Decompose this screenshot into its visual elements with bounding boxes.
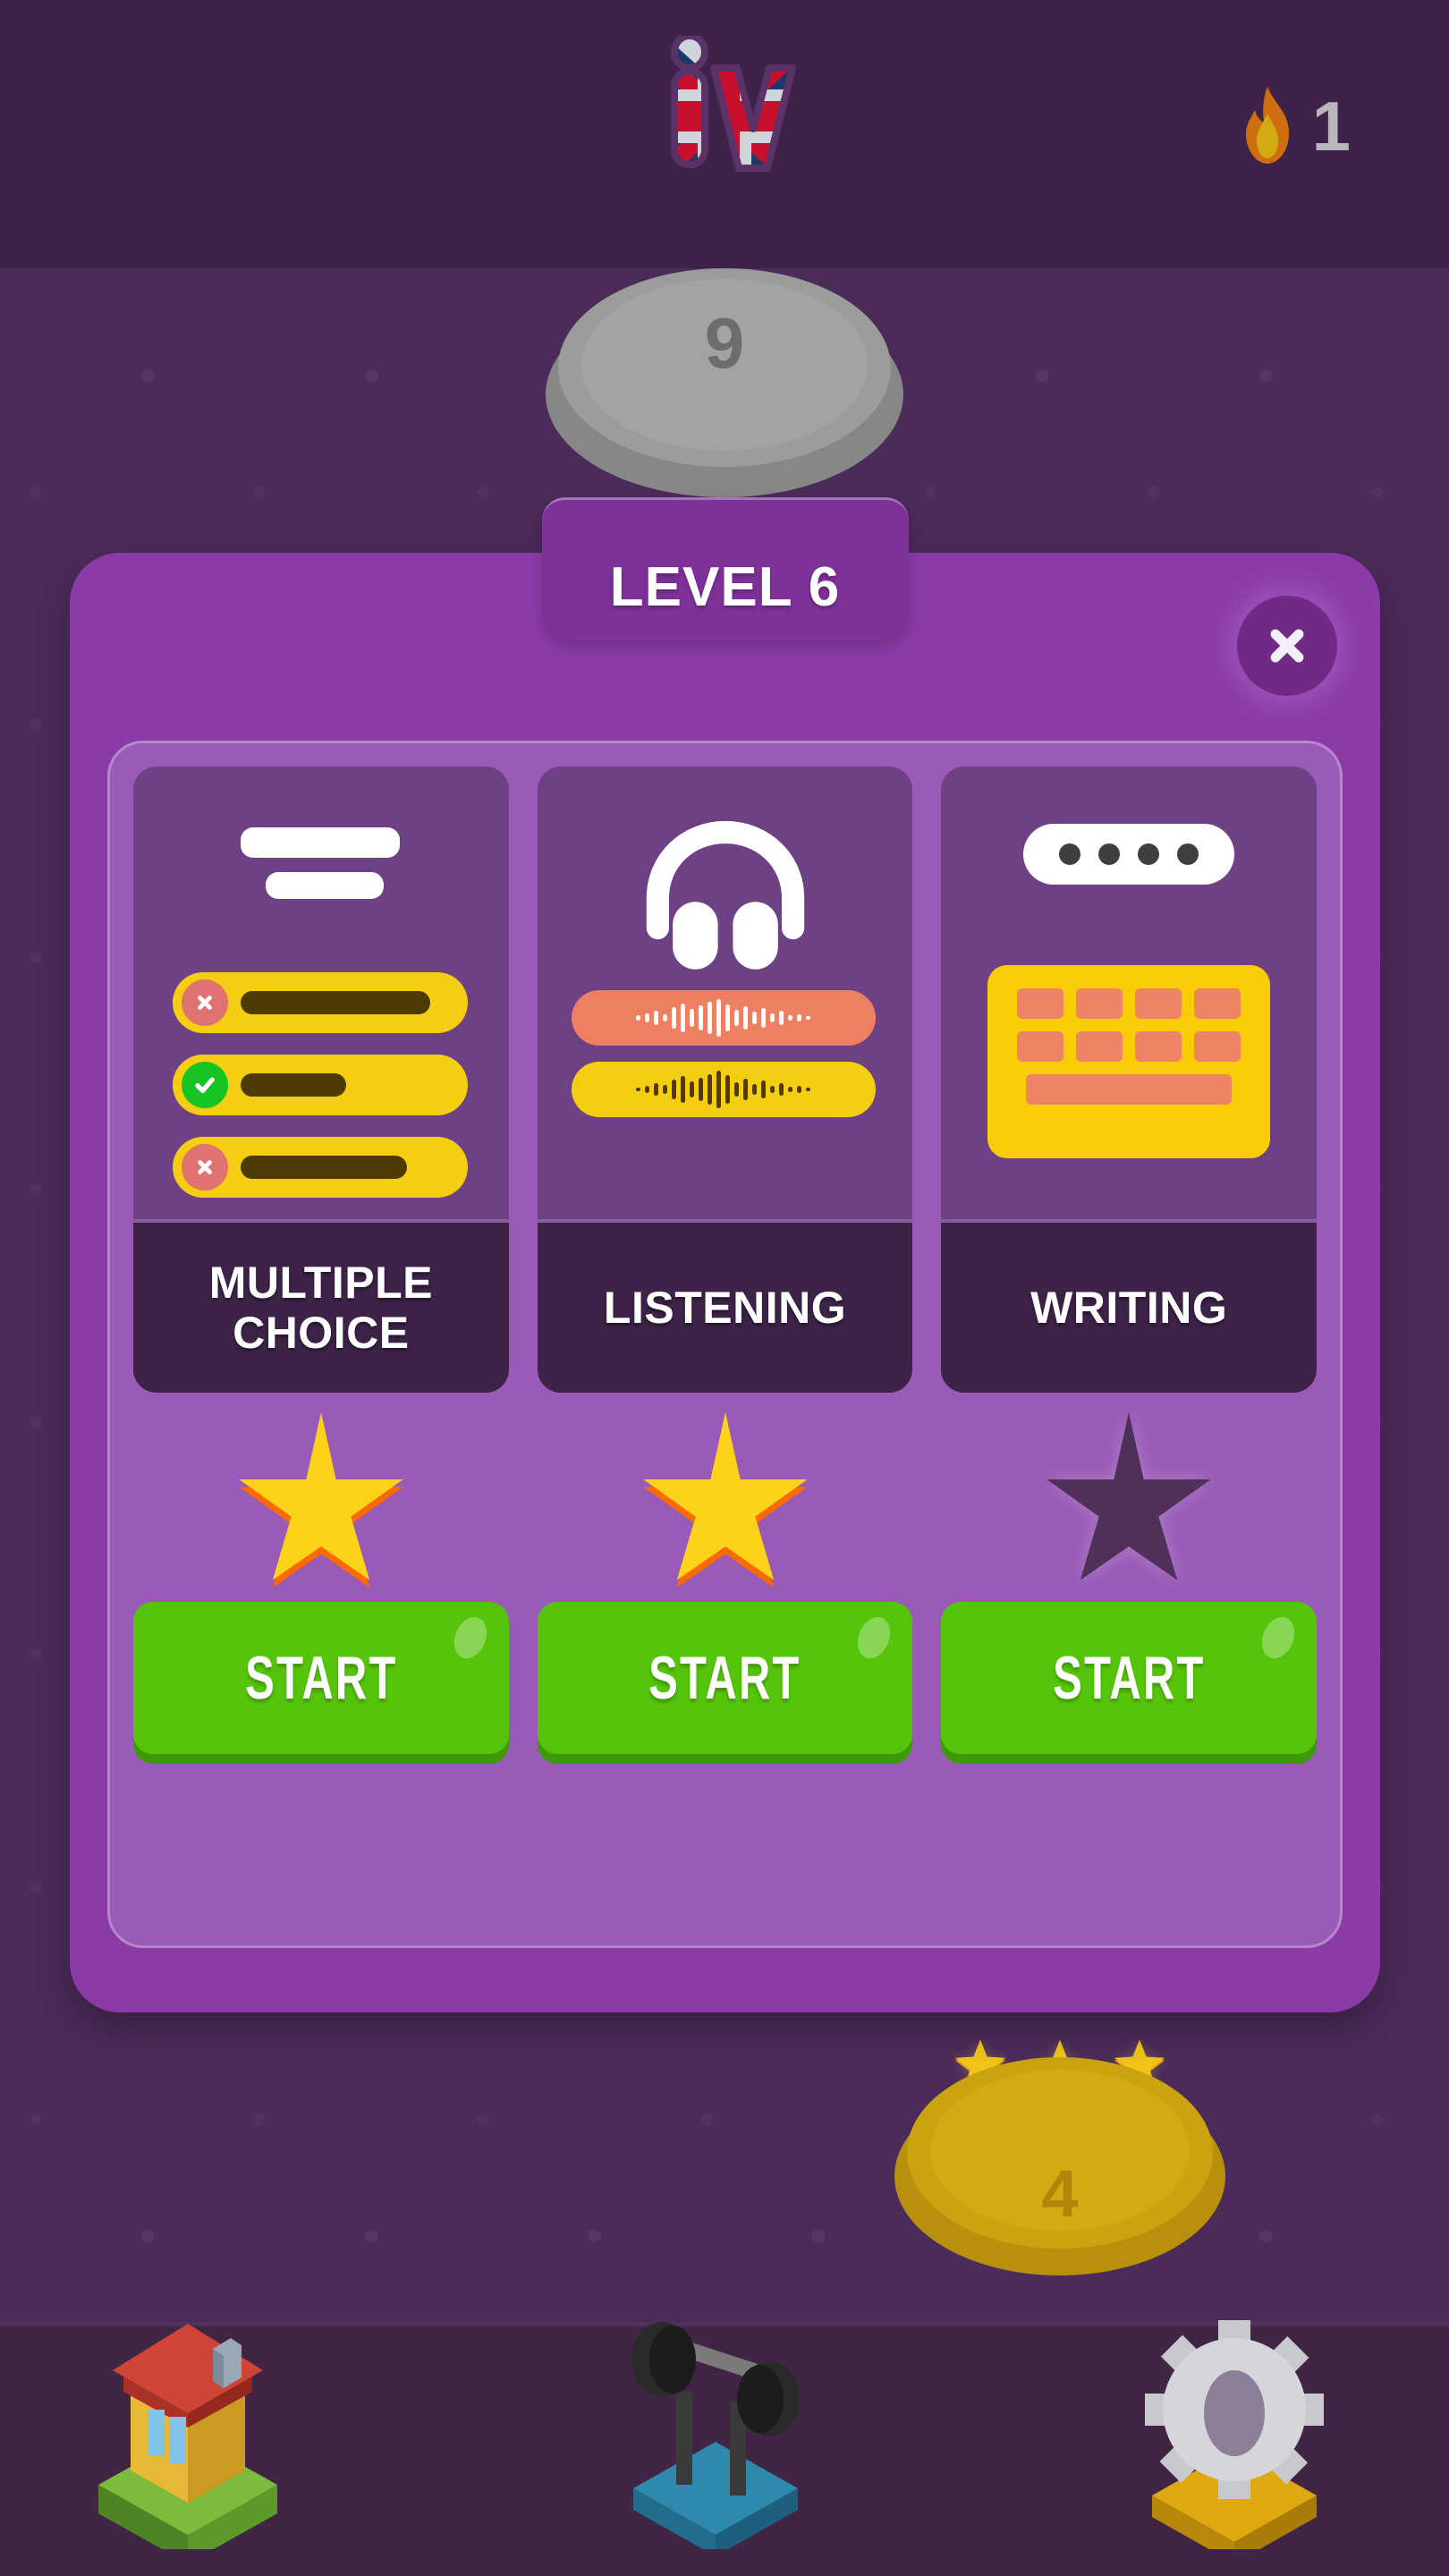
keyboard-key xyxy=(1194,1031,1241,1062)
multiple-choice-icon xyxy=(133,767,509,1223)
nav-settings-button[interactable] xyxy=(1109,2299,1360,2563)
start-button-row: START START START xyxy=(133,1602,1318,1754)
union-jack-logo-icon xyxy=(635,32,814,197)
answer-option-correct xyxy=(173,1055,468,1115)
start-button-label: START xyxy=(1053,1644,1206,1712)
mode-card-writing[interactable]: WRITING xyxy=(941,767,1318,1393)
waveform-pill-yellow xyxy=(571,1062,876,1117)
answer-text-bar xyxy=(241,1156,407,1179)
start-button-multiple-choice[interactable]: START xyxy=(133,1602,509,1754)
keyboard-key xyxy=(1194,988,1241,1019)
keyboard-key xyxy=(1017,1031,1064,1062)
start-button-writing[interactable]: START xyxy=(941,1602,1318,1754)
masked-dot xyxy=(1177,843,1199,865)
star-cell-multiple-choice xyxy=(133,1412,509,1591)
streak-counter: 1 xyxy=(1235,85,1351,167)
keyboard-key xyxy=(1076,988,1123,1019)
level-node-number: 9 xyxy=(704,303,745,383)
x-icon xyxy=(182,1144,228,1191)
waveform-icon xyxy=(635,999,810,1037)
mode-card-row: MULTIPLE CHOICE LISTENING WRITING xyxy=(133,767,1318,1393)
dumbbell-icon xyxy=(631,2322,800,2556)
headphones-icon xyxy=(537,767,913,1223)
keyboard-row xyxy=(1007,1031,1250,1062)
star-cell-writing xyxy=(941,1412,1317,1591)
keyboard-icon xyxy=(941,767,1318,1223)
level-node-number: 4 xyxy=(1041,2157,1079,2231)
start-button-label: START xyxy=(244,1644,398,1712)
close-button[interactable] xyxy=(1237,596,1337,696)
level-detail-modal: LEVEL 6 MULTIPLE CHOICE LISTENING WRITIN… xyxy=(70,497,1380,2012)
answer-option-incorrect xyxy=(173,1137,468,1198)
close-icon xyxy=(1270,629,1304,663)
nav-home-button[interactable] xyxy=(63,2299,313,2563)
waveform-icon xyxy=(635,1071,810,1108)
button-gloss xyxy=(1256,1612,1301,1664)
mode-card-listening[interactable]: LISTENING xyxy=(537,767,913,1393)
question-line xyxy=(266,872,384,899)
mode-card-label: LISTENING xyxy=(537,1223,913,1393)
mode-card-multiple-choice[interactable]: MULTIPLE CHOICE xyxy=(133,767,509,1393)
question-line xyxy=(241,827,400,858)
level-node-completed[interactable]: 4 xyxy=(894,2057,1225,2281)
star-icon-empty xyxy=(1046,1412,1211,1580)
star-icon-filled xyxy=(239,1412,403,1588)
keyboard-key xyxy=(1017,988,1064,1019)
streak-count: 1 xyxy=(1311,87,1351,165)
house-icon xyxy=(98,2324,277,2563)
button-gloss xyxy=(447,1612,493,1664)
star-icon-filled xyxy=(642,1412,808,1588)
headphones-glyph xyxy=(646,820,804,970)
start-button-label: START xyxy=(648,1644,801,1712)
flame-icon xyxy=(1245,87,1289,164)
star-cell-listening xyxy=(538,1412,913,1591)
nav-practice-button[interactable] xyxy=(590,2299,841,2556)
keyboard-glyph xyxy=(987,965,1271,1158)
mode-card-label: MULTIPLE CHOICE xyxy=(133,1223,509,1393)
mode-stars-row xyxy=(133,1412,1317,1591)
waveform-pill-salmon xyxy=(571,990,876,1046)
x-icon xyxy=(182,979,228,1026)
check-icon xyxy=(182,1062,228,1108)
mode-card-label: WRITING xyxy=(941,1223,1318,1393)
page-title: LEVEL 6 xyxy=(609,556,841,618)
answer-text-bar xyxy=(241,991,430,1014)
masked-dot xyxy=(1059,843,1081,865)
modes-panel: MULTIPLE CHOICE LISTENING WRITING START … xyxy=(107,741,1343,1948)
masked-word-pill xyxy=(1023,824,1235,885)
start-button-listening[interactable]: START xyxy=(537,1602,913,1754)
masked-dot xyxy=(1098,843,1121,865)
keyboard-key xyxy=(1135,1031,1182,1062)
answer-option-incorrect xyxy=(173,972,468,1033)
keyboard-key xyxy=(1076,1031,1123,1062)
app-header: 1 xyxy=(0,0,1449,268)
masked-dot xyxy=(1138,843,1160,865)
keyboard-spacebar xyxy=(1026,1074,1233,1105)
level-title-tab: LEVEL 6 xyxy=(541,497,909,640)
level-node-locked[interactable]: 9 xyxy=(546,268,903,501)
button-gloss xyxy=(852,1612,897,1664)
answer-text-bar xyxy=(241,1073,346,1097)
keyboard-key xyxy=(1135,988,1182,1019)
keyboard-row xyxy=(1007,988,1250,1019)
gear-icon xyxy=(1145,2320,1324,2563)
